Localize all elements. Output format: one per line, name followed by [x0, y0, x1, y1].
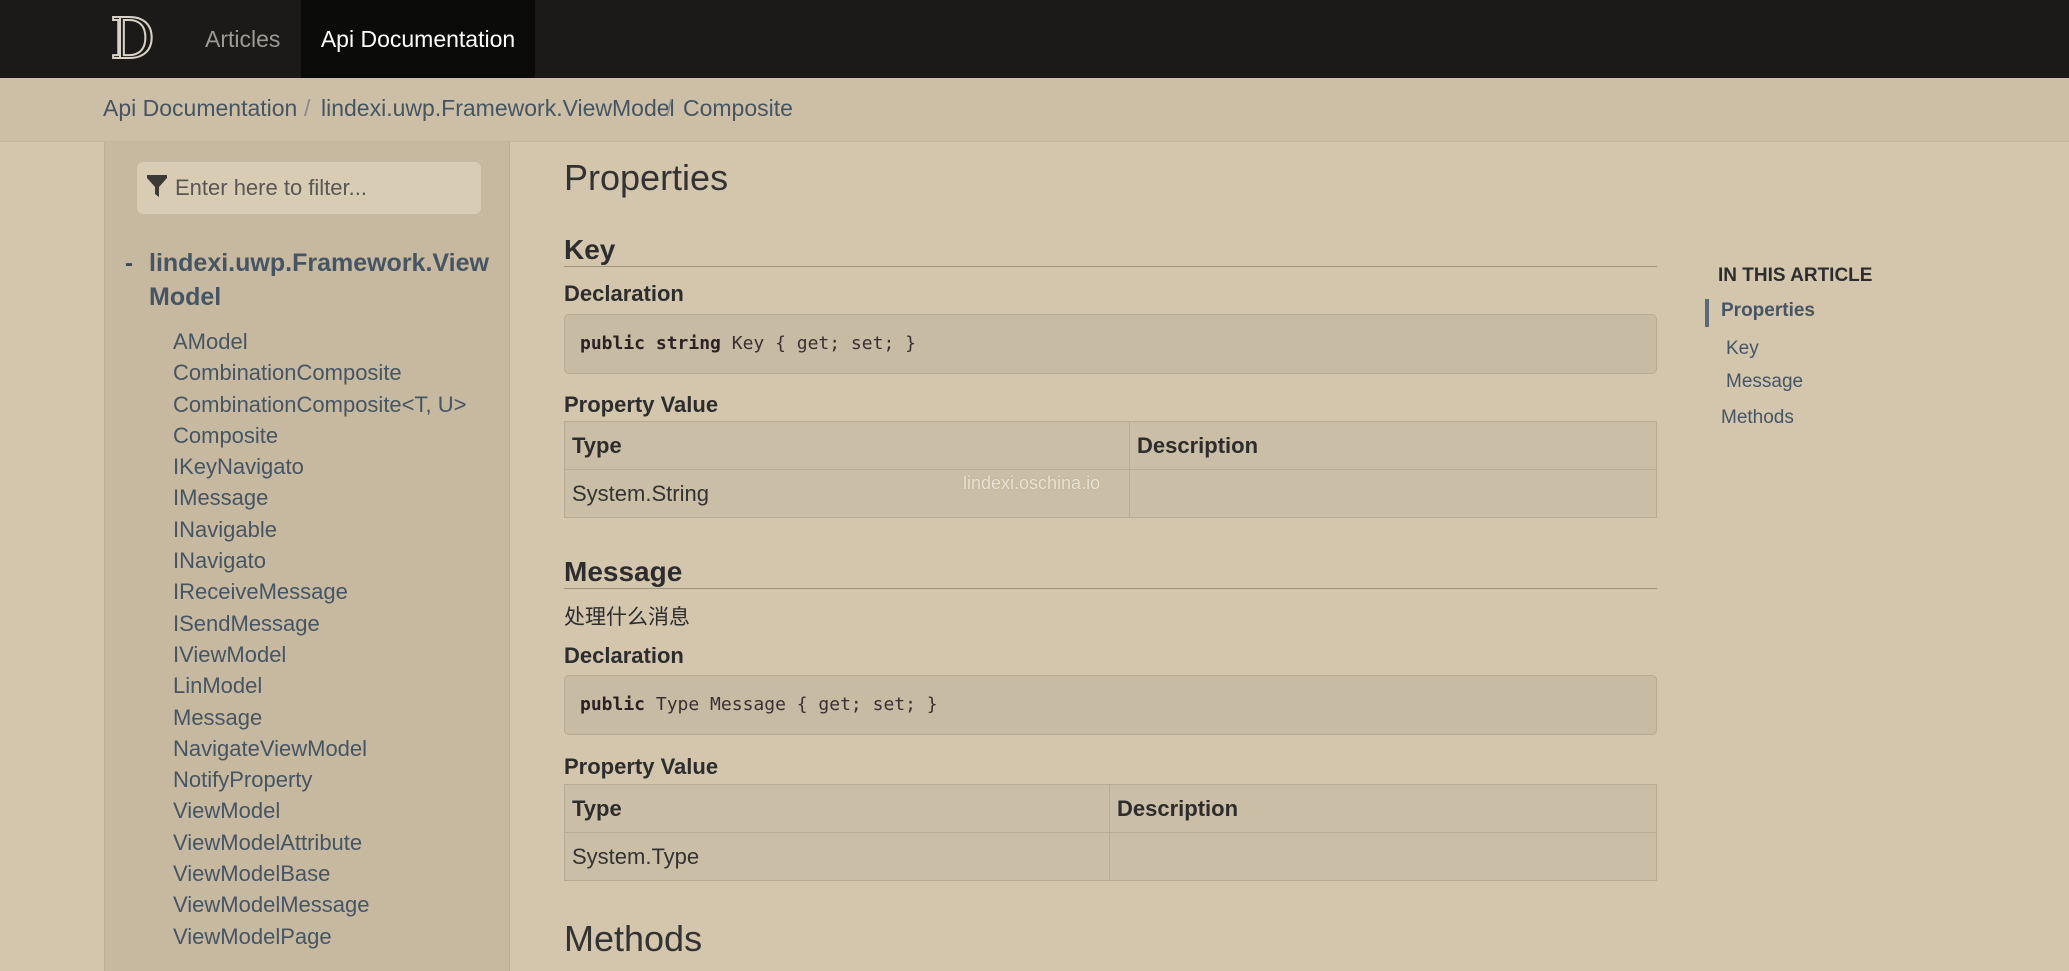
- namespace-title-line: Model: [149, 283, 222, 311]
- property-key-heading: Key: [564, 234, 1657, 267]
- sidebar-item-ireceivemessage[interactable]: IReceiveMessage: [173, 576, 466, 607]
- breadcrumb-item-composite[interactable]: Composite: [683, 95, 793, 122]
- type-cell[interactable]: System.Type: [564, 832, 1110, 881]
- affix-link-key[interactable]: Key: [1726, 338, 1759, 360]
- key-declaration-code: public string Key { get; set; }: [564, 314, 1657, 374]
- site-logo-icon[interactable]: D: [110, 10, 172, 66]
- column-header-type: Type: [564, 421, 1130, 470]
- table-header-row: Type Description: [564, 421, 1657, 470]
- filter-funnel-icon: [147, 175, 167, 197]
- table-row: System.String: [564, 469, 1657, 518]
- sidebar-item-viewmodelpage[interactable]: ViewModelPage: [173, 921, 466, 952]
- property-message-name: Message: [564, 556, 683, 587]
- sidebar-toc: - lindexi.uwp.Framework.View Model AMode…: [104, 142, 510, 971]
- message-declaration-code: public Type Message { get; set; }: [564, 675, 1657, 735]
- breadcrumb: Api Documentation / lindexi.uwp.Framewor…: [0, 78, 2069, 142]
- code-keywords: public: [580, 694, 646, 715]
- sidebar-item-viewmodelattribute[interactable]: ViewModelAttribute: [173, 827, 466, 858]
- sidebar-item-viewmodelmessage[interactable]: ViewModelMessage: [173, 889, 466, 920]
- sidebar-item-isendmessage[interactable]: ISendMessage: [173, 608, 466, 639]
- svg-text:D: D: [110, 10, 155, 66]
- message-property-value-table: Type Description System.Type: [564, 784, 1657, 881]
- affix-link-properties[interactable]: Properties: [1721, 300, 1815, 322]
- sidebar-item-notifyproperty[interactable]: NotifyProperty: [173, 764, 466, 795]
- properties-heading: Properties: [564, 157, 729, 198]
- message-declaration-label: Declaration: [564, 643, 684, 668]
- column-header-description: Description: [1129, 421, 1657, 470]
- sidebar-item-viewmodel[interactable]: ViewModel: [173, 795, 466, 826]
- nav-api-documentation-link[interactable]: Api Documentation: [301, 0, 535, 78]
- property-message-heading: Message: [564, 556, 1657, 589]
- key-declaration-label: Declaration: [564, 281, 684, 306]
- description-cell: [1129, 469, 1657, 518]
- breadcrumb-separator: /: [666, 95, 673, 121]
- sidebar-item-imessage[interactable]: IMessage: [173, 482, 466, 513]
- sidebar-item-linmodel[interactable]: LinModel: [173, 670, 466, 701]
- sidebar-type-list: AModel CombinationComposite CombinationC…: [173, 326, 466, 952]
- sidebar-item-inavigable[interactable]: INavigable: [173, 514, 466, 545]
- column-header-description: Description: [1109, 784, 1657, 833]
- watermark-text: lindexi.oschina.io: [963, 473, 1101, 493]
- description-cell: [1109, 832, 1657, 881]
- nav-articles-link[interactable]: Articles: [205, 0, 280, 78]
- breadcrumb-item-api-documentation[interactable]: Api Documentation: [103, 95, 297, 122]
- sidebar-item-viewmodelbase[interactable]: ViewModelBase: [173, 858, 466, 889]
- filter-input[interactable]: [175, 162, 475, 214]
- sidebar-item-message[interactable]: Message: [173, 702, 466, 733]
- sidebar-item-combinationcomposite-generic[interactable]: CombinationComposite<T, U>: [173, 389, 466, 420]
- namespace-collapse-toggle[interactable]: -: [125, 250, 133, 278]
- top-navbar: D Articles Api Documentation: [0, 0, 2069, 78]
- namespace-title-line: lindexi.uwp.Framework.View: [149, 249, 489, 277]
- message-property-value-label: Property Value: [564, 754, 719, 779]
- sidebar-item-ikeynavigato[interactable]: IKeyNavigato: [173, 451, 466, 482]
- table-header-row: Type Description: [564, 784, 1657, 833]
- sidebar-item-composite[interactable]: Composite: [173, 420, 466, 451]
- key-property-value-table: Type Description System.String: [564, 421, 1657, 518]
- sidebar-item-navigateviewmodel[interactable]: NavigateViewModel: [173, 733, 466, 764]
- sidebar-namespace-link[interactable]: lindexi.uwp.Framework.View Model: [149, 246, 499, 314]
- table-row: System.Type: [564, 832, 1657, 881]
- sidebar-item-combinationcomposite[interactable]: CombinationComposite: [173, 357, 466, 388]
- in-this-article-title: IN THIS ARTICLE: [1718, 265, 1873, 286]
- code-signature: Key { get; set; }: [720, 333, 916, 354]
- sidebar-item-amodel[interactable]: AModel: [173, 326, 466, 357]
- code-keywords: public string: [580, 333, 721, 354]
- breadcrumb-separator: /: [304, 95, 311, 121]
- message-summary: 处理什么消息: [564, 606, 690, 629]
- breadcrumb-item-namespace[interactable]: lindexi.uwp.Framework.ViewModel: [321, 95, 675, 122]
- key-property-value-label: Property Value: [564, 392, 719, 417]
- column-header-type: Type: [564, 784, 1110, 833]
- active-section-indicator: [1705, 299, 1709, 327]
- sidebar-item-iviewmodel[interactable]: IViewModel: [173, 639, 466, 670]
- property-key-name: Key: [564, 234, 616, 265]
- methods-heading: Methods: [564, 918, 703, 959]
- filter-box: [137, 162, 481, 214]
- affix-link-message[interactable]: Message: [1726, 371, 1803, 393]
- sidebar-item-inavigato[interactable]: INavigato: [173, 545, 466, 576]
- affix-link-methods[interactable]: Methods: [1721, 407, 1794, 429]
- code-signature: Type Message { get; set; }: [645, 694, 938, 715]
